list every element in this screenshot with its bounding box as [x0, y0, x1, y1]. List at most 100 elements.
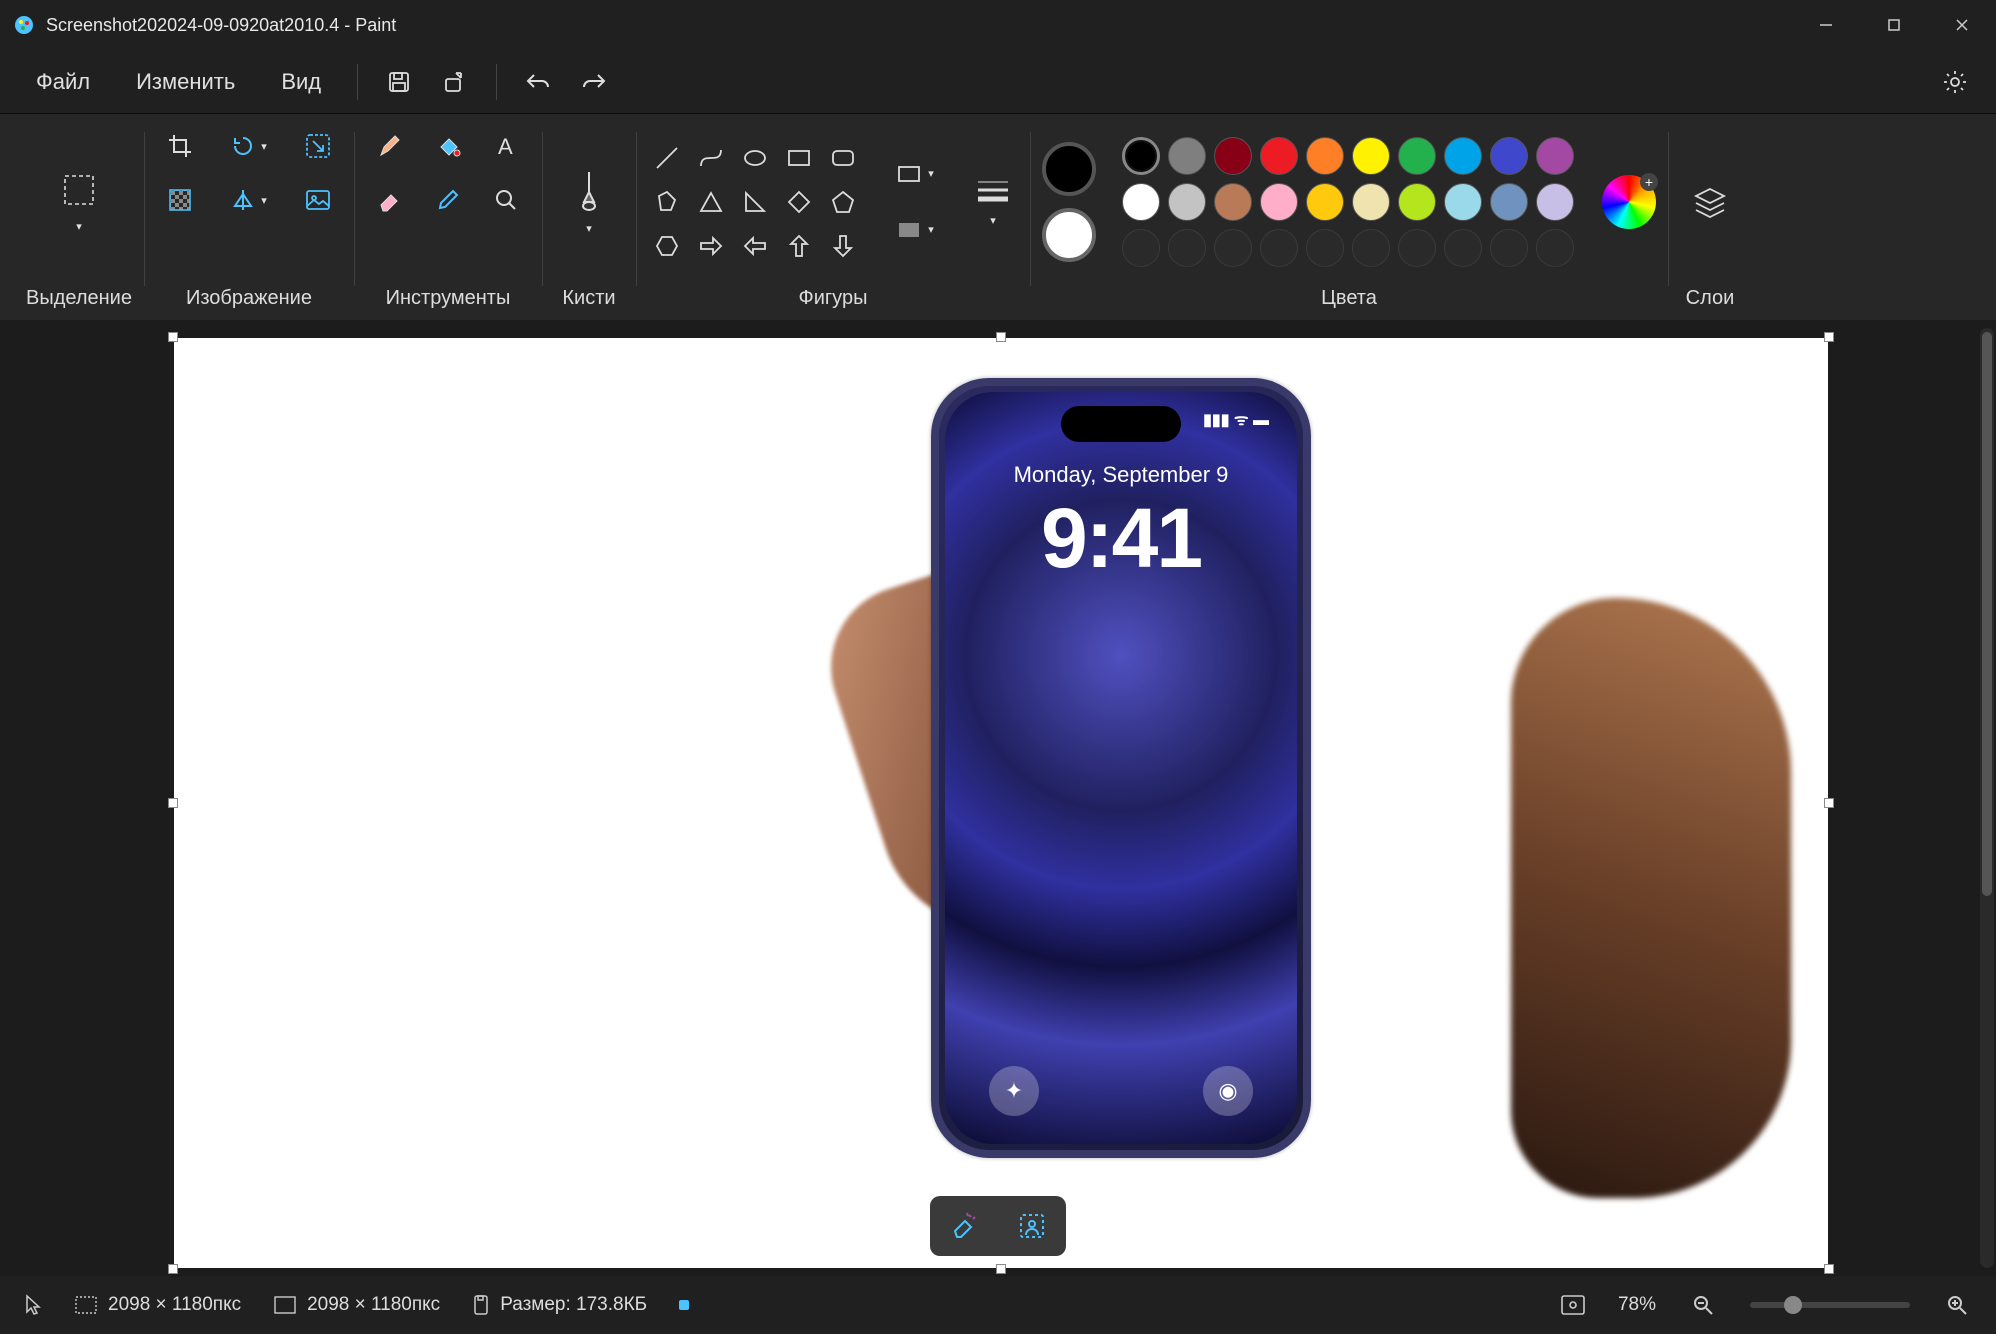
group-colors: Цвета — [1030, 122, 1668, 320]
resize-handle[interactable] — [1824, 798, 1834, 808]
close-button[interactable] — [1928, 0, 1996, 50]
shape-polygon[interactable] — [648, 183, 686, 221]
color-swatch[interactable] — [1122, 183, 1160, 221]
group-selection: ▾ Выделение — [14, 122, 144, 320]
undo-button[interactable] — [515, 59, 561, 105]
color-swatch[interactable] — [1490, 137, 1528, 175]
resize-handle[interactable] — [996, 332, 1006, 342]
phone-status-icons: ▮▮▮ ᯤ ▬ — [1203, 408, 1269, 430]
select-tool[interactable]: ▾ — [44, 142, 114, 262]
shape-diamond[interactable] — [780, 183, 818, 221]
resize-handle[interactable] — [1824, 332, 1834, 342]
secondary-color[interactable] — [1042, 208, 1096, 262]
group-tools: A Инструменты — [354, 122, 542, 320]
color-swatch[interactable] — [1398, 183, 1436, 221]
shape-pentagon[interactable] — [824, 183, 862, 221]
color-swatch[interactable] — [1306, 183, 1344, 221]
shape-roundrect[interactable] — [824, 139, 862, 177]
color-swatch-empty[interactable] — [1490, 229, 1528, 267]
color-swatch-empty[interactable] — [1122, 229, 1160, 267]
color-swatch[interactable] — [1122, 137, 1160, 175]
color-swatch[interactable] — [1444, 183, 1482, 221]
color-swatch[interactable] — [1168, 137, 1206, 175]
color-swatch-empty[interactable] — [1536, 229, 1574, 267]
shape-curve[interactable] — [692, 139, 730, 177]
color-swatch[interactable] — [1536, 137, 1574, 175]
canvas[interactable]: ▮▮▮ ᯤ ▬ Monday, September 9 9:41 ✦ ◉ — [174, 338, 1828, 1268]
save-button[interactable] — [376, 59, 422, 105]
image-insert-button[interactable] — [294, 176, 342, 224]
separator — [357, 64, 358, 100]
pencil-tool[interactable] — [366, 122, 414, 170]
color-swatch[interactable] — [1444, 137, 1482, 175]
vertical-scrollbar[interactable] — [1980, 328, 1994, 1268]
magic-erase-button[interactable] — [942, 1204, 986, 1248]
share-button[interactable] — [432, 59, 478, 105]
primary-color[interactable] — [1042, 142, 1096, 196]
camera-icon: ◉ — [1203, 1066, 1253, 1116]
shape-arrow-up[interactable] — [780, 227, 818, 265]
stroke-width-button[interactable]: ▾ — [968, 142, 1018, 262]
color-swatch[interactable] — [1352, 183, 1390, 221]
color-swatch[interactable] — [1260, 183, 1298, 221]
color-swatch[interactable] — [1214, 137, 1252, 175]
menu-view[interactable]: Вид — [263, 61, 339, 103]
color-swatch[interactable] — [1352, 137, 1390, 175]
fit-screen-button[interactable] — [1560, 1294, 1586, 1316]
menu-edit[interactable]: Изменить — [118, 61, 253, 103]
rotate-button[interactable]: ▾ — [214, 122, 284, 170]
transparent-button[interactable] — [156, 176, 204, 224]
resize-handle[interactable] — [168, 1264, 178, 1274]
redo-button[interactable] — [571, 59, 617, 105]
edit-colors-button[interactable] — [1602, 175, 1656, 229]
group-label: Фигуры — [799, 281, 868, 320]
crop-button[interactable] — [156, 122, 204, 170]
remove-bg-button[interactable] — [1010, 1204, 1054, 1248]
zoom-tool[interactable] — [482, 176, 530, 224]
color-swatch[interactable] — [1398, 137, 1436, 175]
eraser-tool[interactable] — [366, 176, 414, 224]
resize-handle[interactable] — [168, 798, 178, 808]
resize-canvas-button[interactable] — [294, 122, 342, 170]
zoom-slider[interactable] — [1750, 1302, 1910, 1308]
color-swatch[interactable] — [1214, 183, 1252, 221]
file-size: Размер: 173.8КБ — [472, 1294, 647, 1316]
color-swatch[interactable] — [1536, 183, 1574, 221]
color-swatch-empty[interactable] — [1352, 229, 1390, 267]
color-swatch[interactable] — [1260, 137, 1298, 175]
menu-file[interactable]: Файл — [18, 61, 108, 103]
shape-arrow-down[interactable] — [824, 227, 862, 265]
shape-triangle[interactable] — [692, 183, 730, 221]
shape-right-triangle[interactable] — [736, 183, 774, 221]
color-swatch[interactable] — [1490, 183, 1528, 221]
flip-button[interactable]: ▾ — [214, 176, 284, 224]
settings-button[interactable] — [1932, 59, 1978, 105]
color-swatch-empty[interactable] — [1398, 229, 1436, 267]
shape-oval[interactable] — [736, 139, 774, 177]
shape-hexagon[interactable] — [648, 227, 686, 265]
color-swatch-empty[interactable] — [1444, 229, 1482, 267]
shape-rect[interactable] — [780, 139, 818, 177]
shape-arrow-left[interactable] — [736, 227, 774, 265]
eyedropper-tool[interactable] — [424, 176, 472, 224]
color-swatch-empty[interactable] — [1260, 229, 1298, 267]
resize-handle[interactable] — [1824, 1264, 1834, 1274]
color-swatch-empty[interactable] — [1214, 229, 1252, 267]
shape-line[interactable] — [648, 139, 686, 177]
shape-arrow-right[interactable] — [692, 227, 730, 265]
color-swatch-empty[interactable] — [1306, 229, 1344, 267]
shape-fill-button[interactable]: ▾ — [880, 206, 950, 254]
color-swatch-empty[interactable] — [1168, 229, 1206, 267]
resize-handle[interactable] — [168, 332, 178, 342]
color-swatch[interactable] — [1306, 137, 1344, 175]
brush-tool[interactable]: ▾ — [554, 142, 624, 262]
zoom-in-button[interactable] — [1942, 1290, 1972, 1320]
shape-outline-button[interactable]: ▾ — [880, 150, 950, 198]
color-swatch[interactable] — [1168, 183, 1206, 221]
text-tool[interactable]: A — [482, 122, 530, 170]
maximize-button[interactable] — [1860, 0, 1928, 50]
fill-tool[interactable] — [424, 122, 472, 170]
zoom-out-button[interactable] — [1688, 1290, 1718, 1320]
minimize-button[interactable] — [1792, 0, 1860, 50]
layers-button[interactable] — [1680, 142, 1740, 262]
